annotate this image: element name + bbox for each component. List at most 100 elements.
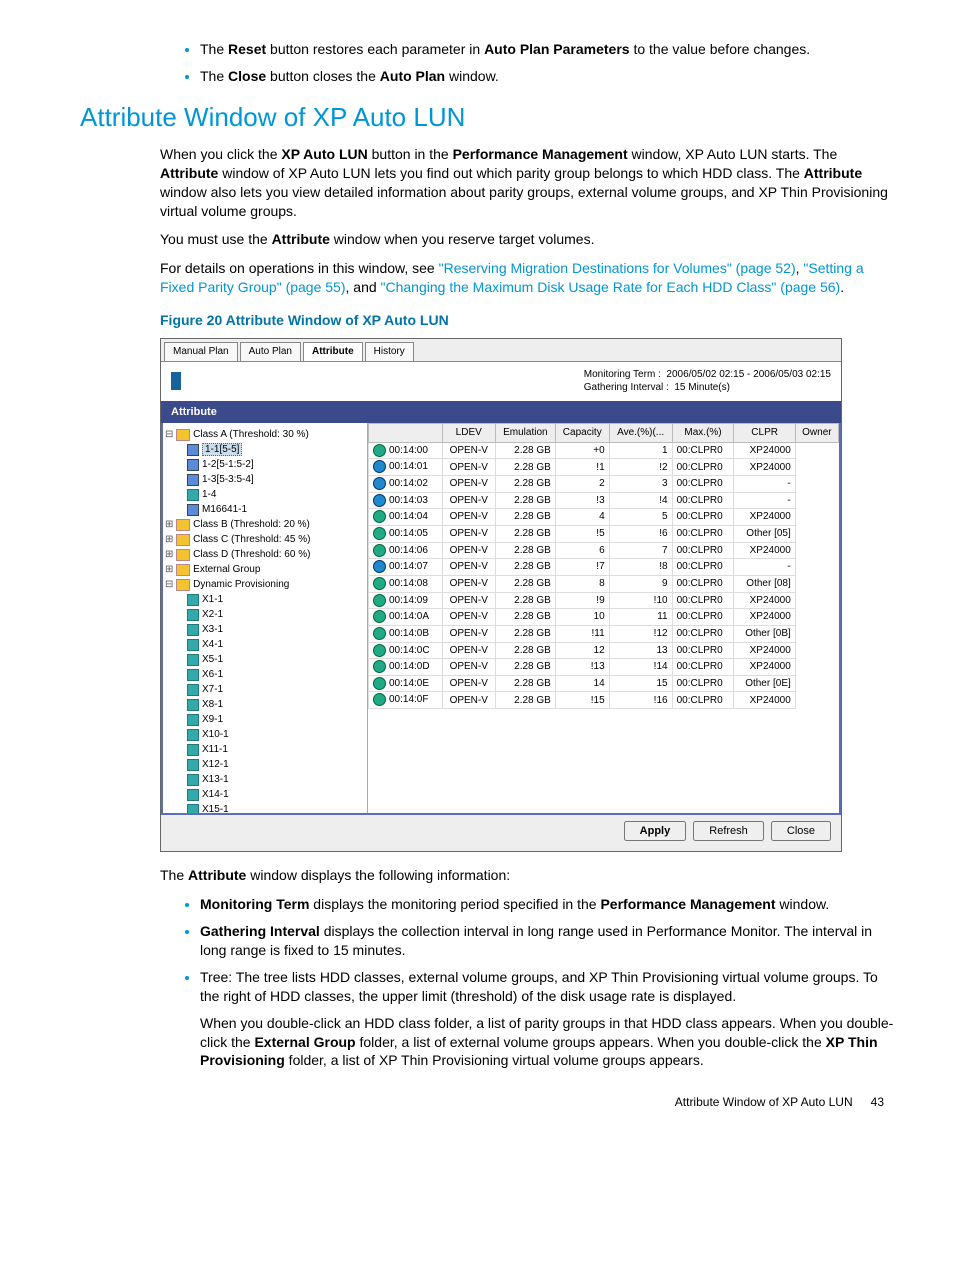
- tree-node[interactable]: ⊞ Class D (Threshold: 60 %): [165, 547, 365, 562]
- tree-view[interactable]: ⊟ Class A (Threshold: 30 %)1-1[5-5]1-2[5…: [163, 423, 368, 813]
- expander-icon[interactable]: ⊞: [165, 534, 173, 545]
- table-row[interactable]: 00:14:03OPEN-V2.28 GB!3!400:CLPR0-: [369, 492, 839, 509]
- cell: 00:CLPR0: [672, 492, 734, 509]
- tree-node[interactable]: X7-1: [165, 682, 365, 697]
- attribute-body: ⊟ Class A (Threshold: 30 %)1-1[5-5]1-2[5…: [161, 423, 841, 815]
- table-row[interactable]: 00:14:0DOPEN-V2.28 GB!13!1400:CLPR0XP240…: [369, 659, 839, 676]
- cell: 14: [555, 675, 609, 692]
- data-grid[interactable]: LDEVEmulationCapacityAve.(%)(...Max.(%)C…: [368, 423, 839, 813]
- list-item: Gathering Interval displays the collecti…: [200, 922, 894, 960]
- link[interactable]: "Changing the Maximum Disk Usage Rate fo…: [381, 279, 841, 295]
- cell: OPEN-V: [442, 625, 495, 642]
- tree-node[interactable]: ⊞ Class C (Threshold: 45 %): [165, 532, 365, 547]
- tree-node[interactable]: X8-1: [165, 697, 365, 712]
- cell: OPEN-V: [442, 559, 495, 576]
- bold: XP Auto LUN: [281, 146, 367, 162]
- expander-icon[interactable]: ⊞: [165, 519, 173, 530]
- cell: 6: [555, 542, 609, 559]
- cell: XP24000: [734, 509, 795, 526]
- table-row[interactable]: 00:14:0BOPEN-V2.28 GB!11!1200:CLPR0Other…: [369, 625, 839, 642]
- tree-node[interactable]: ⊟ Dynamic Provisioning: [165, 577, 365, 592]
- tab-history[interactable]: History: [365, 342, 414, 361]
- gath-value: 15 Minute(s): [674, 382, 730, 393]
- tree-node[interactable]: M16641-1: [165, 502, 365, 517]
- info-bullets: Monitoring Term displays the monitoring …: [160, 895, 894, 1070]
- tree-node[interactable]: X9-1: [165, 712, 365, 727]
- expander-icon[interactable]: ⊟: [165, 429, 173, 440]
- text: window, XP Auto LUN starts. The: [628, 146, 838, 162]
- expander-icon[interactable]: ⊞: [165, 564, 173, 575]
- volume-icon: [187, 699, 199, 711]
- tree-node[interactable]: 1-1[5-5]: [165, 442, 365, 457]
- tree-node[interactable]: X3-1: [165, 622, 365, 637]
- cell: 2.28 GB: [495, 459, 555, 476]
- expander-icon[interactable]: ⊞: [165, 549, 173, 560]
- refresh-button[interactable]: Refresh: [693, 821, 764, 841]
- column-header[interactable]: Owner: [795, 424, 838, 443]
- column-header[interactable]: LDEV: [442, 424, 495, 443]
- column-header[interactable]: Ave.(%)(...: [609, 424, 672, 443]
- volume-icon: [187, 654, 199, 666]
- table-row[interactable]: 00:14:02OPEN-V2.28 GB2300:CLPR0-: [369, 476, 839, 493]
- col-icon[interactable]: [369, 424, 443, 443]
- text: button restores each parameter in: [266, 41, 484, 57]
- tree-node[interactable]: X4-1: [165, 637, 365, 652]
- tree-node[interactable]: ⊞ Class B (Threshold: 20 %): [165, 517, 365, 532]
- cell: 00:CLPR0: [672, 459, 734, 476]
- tab-auto-plan[interactable]: Auto Plan: [240, 342, 301, 361]
- table-row[interactable]: 00:14:04OPEN-V2.28 GB4500:CLPR0XP24000: [369, 509, 839, 526]
- cell: OPEN-V: [442, 675, 495, 692]
- status-icon: [373, 510, 386, 523]
- tree-node[interactable]: X1-1: [165, 592, 365, 607]
- table-row[interactable]: 00:14:00OPEN-V2.28 GB+0100:CLPR0XP24000: [369, 442, 839, 459]
- cell: 2: [555, 476, 609, 493]
- cell: 4: [555, 509, 609, 526]
- tree-node[interactable]: X12-1: [165, 757, 365, 772]
- table-row[interactable]: 00:14:0EOPEN-V2.28 GB141500:CLPR0Other […: [369, 675, 839, 692]
- table-row[interactable]: 00:14:0COPEN-V2.28 GB121300:CLPR0XP24000: [369, 642, 839, 659]
- tree-node[interactable]: 1-3[5-3:5-4]: [165, 472, 365, 487]
- column-header[interactable]: Max.(%): [672, 424, 734, 443]
- column-header[interactable]: Emulation: [495, 424, 555, 443]
- link[interactable]: "Reserving Migration Destinations for Vo…: [439, 260, 796, 276]
- expander-icon[interactable]: ⊟: [165, 579, 173, 590]
- volume-icon: [187, 774, 199, 786]
- table-row[interactable]: 00:14:07OPEN-V2.28 GB!7!800:CLPR0-: [369, 559, 839, 576]
- cell: XP24000: [734, 542, 795, 559]
- table-row[interactable]: 00:14:08OPEN-V2.28 GB8900:CLPR0Other [08…: [369, 575, 839, 592]
- tab-manual-plan[interactable]: Manual Plan: [164, 342, 238, 361]
- column-header[interactable]: CLPR: [734, 424, 795, 443]
- cell: 00:CLPR0: [672, 692, 734, 709]
- cell: XP24000: [734, 659, 795, 676]
- tree-node[interactable]: ⊟ Class A (Threshold: 30 %): [165, 427, 365, 442]
- status-icon: [373, 644, 386, 657]
- cell: 2.28 GB: [495, 526, 555, 543]
- table-row[interactable]: 00:14:0FOPEN-V2.28 GB!15!1600:CLPR0XP240…: [369, 692, 839, 709]
- tree-node[interactable]: 1-4: [165, 487, 365, 502]
- tree-node[interactable]: X10-1: [165, 727, 365, 742]
- cell: 00:CLPR0: [672, 476, 734, 493]
- tree-node[interactable]: X2-1: [165, 607, 365, 622]
- table-row[interactable]: 00:14:06OPEN-V2.28 GB6700:CLPR0XP24000: [369, 542, 839, 559]
- apply-button[interactable]: Apply: [624, 821, 687, 841]
- close-button[interactable]: Close: [771, 821, 831, 841]
- cell: 2.28 GB: [495, 542, 555, 559]
- table-row[interactable]: 00:14:01OPEN-V2.28 GB!1!200:CLPR0XP24000: [369, 459, 839, 476]
- tree-node[interactable]: ⊞ External Group: [165, 562, 365, 577]
- tree-node[interactable]: X6-1: [165, 667, 365, 682]
- table-row[interactable]: 00:14:0AOPEN-V2.28 GB101100:CLPR0XP24000: [369, 609, 839, 626]
- tab-attribute[interactable]: Attribute: [303, 342, 363, 361]
- column-header[interactable]: Capacity: [555, 424, 609, 443]
- disk-icon: [187, 444, 199, 456]
- attribute-panel-header: Attribute: [161, 401, 841, 424]
- tree-node[interactable]: 1-2[5-1:5-2]: [165, 457, 365, 472]
- tree-label: Class D (Threshold: 60 %): [193, 549, 310, 560]
- tree-node[interactable]: X5-1: [165, 652, 365, 667]
- table-row[interactable]: 00:14:05OPEN-V2.28 GB!5!600:CLPR0Other […: [369, 526, 839, 543]
- tree-node[interactable]: X11-1: [165, 742, 365, 757]
- tree-node[interactable]: X15-1: [165, 802, 365, 813]
- tree-node[interactable]: X13-1: [165, 772, 365, 787]
- text: .: [840, 279, 844, 295]
- tree-node[interactable]: X14-1: [165, 787, 365, 802]
- table-row[interactable]: 00:14:09OPEN-V2.28 GB!9!1000:CLPR0XP2400…: [369, 592, 839, 609]
